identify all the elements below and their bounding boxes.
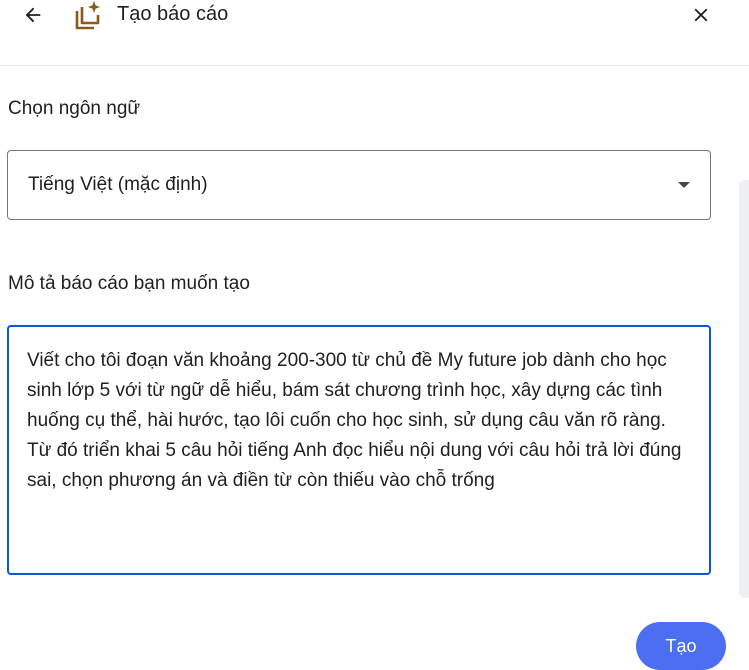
description-label: Mô tả báo cáo bạn muốn tạo: [8, 273, 250, 294]
language-label: Chọn ngôn ngữ: [8, 98, 141, 119]
report-sparkle-icon: [72, 0, 104, 30]
create-button[interactable]: Tạo: [636, 622, 726, 670]
close-icon: [694, 8, 708, 22]
language-select-value: Tiếng Việt (mặc định): [28, 174, 208, 195]
language-select[interactable]: Tiếng Việt (mặc định): [7, 150, 711, 220]
arrow-left-icon: [25, 7, 41, 23]
dialog-header: Tạo báo cáo: [0, 0, 749, 66]
dropdown-arrow-icon: [678, 182, 690, 188]
description-textarea[interactable]: Viết cho tôi đoạn văn khoảng 200-300 từ …: [7, 325, 711, 575]
scrollbar[interactable]: [739, 180, 749, 598]
close-button[interactable]: [686, 0, 716, 30]
back-button[interactable]: [18, 0, 48, 30]
dialog-title: Tạo báo cáo: [117, 3, 229, 25]
